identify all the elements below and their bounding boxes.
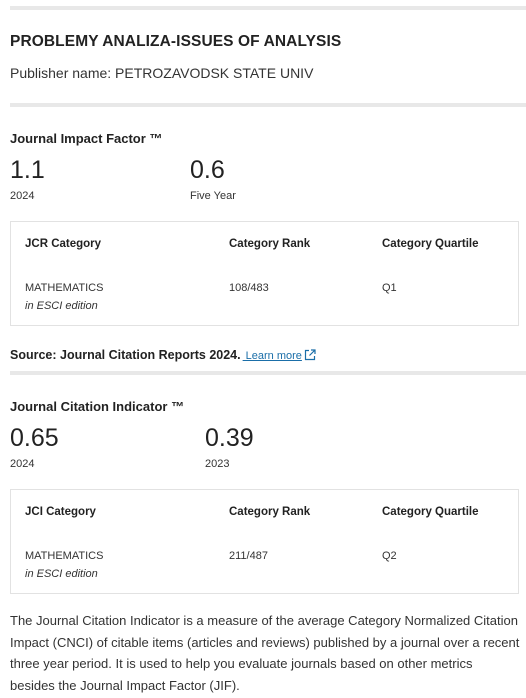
source-line: Source: Journal Citation Reports 2024. L… — [10, 348, 316, 364]
jci-heading: Journal Citation Indicator ™ — [10, 399, 185, 414]
section-divider-2 — [10, 371, 526, 375]
category-edition: in ESCI edition — [25, 300, 98, 312]
category-rank: 211/487 — [229, 550, 268, 562]
column-header-quartile: Category Quartile — [382, 506, 479, 518]
jci-category-table: JCI Category Category Rank Category Quar… — [10, 489, 519, 594]
category-name: MATHEMATICS — [25, 282, 104, 294]
jci-description: The Journal Citation Indicator is a meas… — [10, 613, 520, 693]
jci-value: 0.65 — [10, 424, 59, 452]
external-link-icon[interactable] — [304, 349, 316, 364]
learn-more-link[interactable]: Learn more — [243, 349, 316, 364]
source-text: Source: Journal Citation Reports 2024. — [10, 348, 241, 362]
category-quartile: Q2 — [382, 550, 397, 562]
journal-metrics-panel: PROBLEMY ANALIZA-ISSUES OF ANALYSIS Publ… — [0, 0, 526, 698]
jif-five-year-value: 0.6 — [190, 156, 225, 184]
journal-title: PROBLEMY ANALIZA-ISSUES OF ANALYSIS — [10, 33, 342, 50]
jcr-category-table: JCR Category Category Rank Category Quar… — [10, 221, 519, 326]
category-rank: 108/483 — [229, 282, 269, 294]
column-header-category: JCI Category — [25, 506, 96, 518]
category-quartile: Q1 — [382, 282, 397, 294]
section-divider — [10, 103, 526, 107]
column-header-quartile: Category Quartile — [382, 238, 479, 250]
column-header-category: JCR Category — [25, 238, 102, 250]
category-edition: in ESCI edition — [25, 568, 98, 580]
jif-heading: Journal Impact Factor ™ — [10, 131, 163, 146]
top-divider — [10, 6, 526, 10]
column-header-rank: Category Rank — [229, 506, 311, 518]
category-name: MATHEMATICS — [25, 550, 104, 562]
jci-prev-year: 2023 — [205, 458, 230, 470]
jif-value: 1.1 — [10, 156, 45, 184]
jci-year: 2024 — [10, 458, 35, 470]
column-header-rank: Category Rank — [229, 238, 311, 250]
jif-year: 2024 — [10, 190, 35, 202]
jif-five-year-label: Five Year — [190, 190, 236, 202]
publisher-name: Publisher name: PETROZAVODSK STATE UNIV — [10, 65, 314, 81]
learn-more-label[interactable]: Learn more — [243, 350, 302, 362]
jci-prev-value: 0.39 — [205, 424, 254, 452]
